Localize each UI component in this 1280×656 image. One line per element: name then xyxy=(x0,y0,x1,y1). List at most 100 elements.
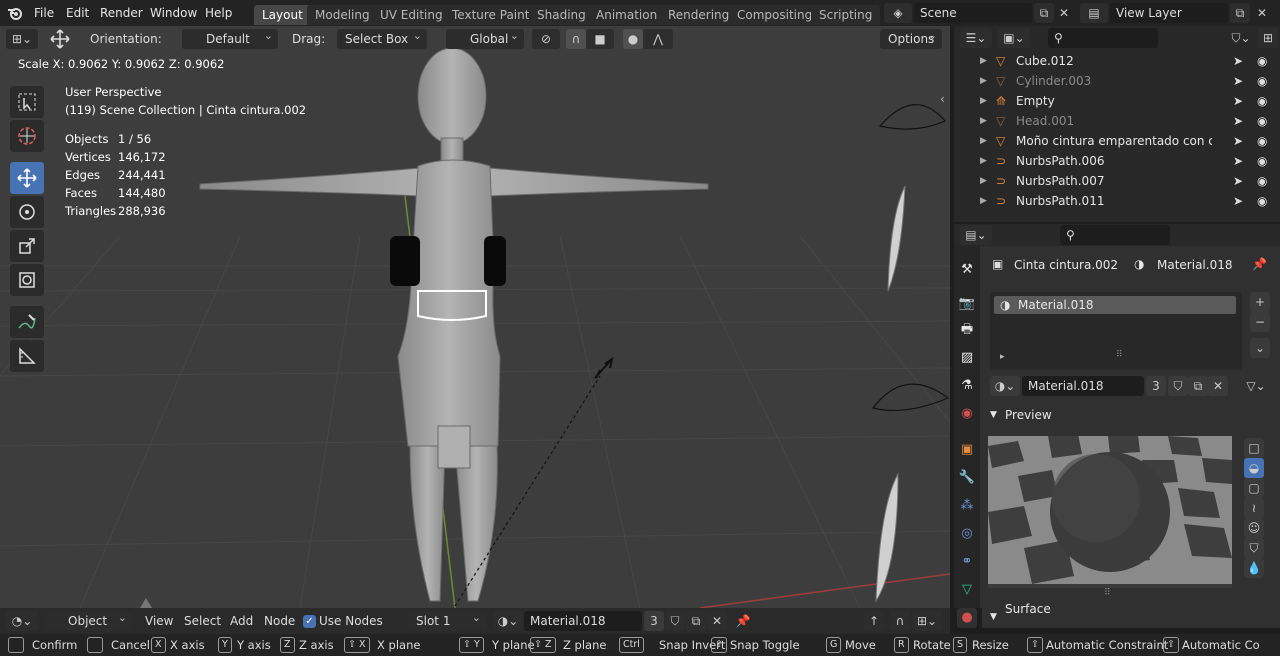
properties-editor-type-icon[interactable]: ▤⌄ xyxy=(960,225,992,245)
constraints-tab-icon[interactable]: ⚭ xyxy=(957,552,977,572)
expand-arrow-icon[interactable]: ▶ xyxy=(980,151,987,171)
tab-rendering[interactable]: Rendering xyxy=(660,5,738,25)
expand-arrow-icon[interactable]: ▶ xyxy=(980,111,987,131)
link-type-icon[interactable]: ▽⌄ xyxy=(1240,376,1272,396)
scene-tab-icon[interactable]: ⚗ xyxy=(957,376,977,396)
transform-space-dropdown[interactable]: Global xyxy=(446,26,524,49)
orientation-dropdown[interactable]: Default xyxy=(182,26,278,49)
scene-name-field[interactable]: Scene xyxy=(914,3,1032,23)
expand-arrow-icon[interactable]: ▶ xyxy=(980,191,987,211)
new-collection-icon[interactable]: ⊞ xyxy=(1258,28,1278,48)
menu-node[interactable]: Node xyxy=(264,611,295,631)
shader-mode-dropdown[interactable]: Object xyxy=(46,608,132,631)
snap-element-icon[interactable]: ■ xyxy=(586,29,614,49)
shader-editor-type-icon[interactable]: ◔⌄ xyxy=(6,611,38,631)
snap-magnet-icon[interactable]: ∩ xyxy=(566,29,586,49)
properties-search-input[interactable]: ⚲ xyxy=(1060,225,1170,245)
preview-panel-header[interactable]: ▼ Preview xyxy=(982,404,1280,426)
blender-logo-icon[interactable] xyxy=(6,4,24,22)
eye-icon[interactable]: ◉ xyxy=(1257,71,1267,91)
object-tab-icon[interactable]: ▣ xyxy=(957,440,977,460)
sidebar-toggle-icon[interactable]: ‹ xyxy=(940,92,945,106)
display-mode-icon[interactable]: ▣⌄ xyxy=(998,28,1030,48)
pivot-icon[interactable]: ⊘ xyxy=(532,29,560,49)
transform-gizmo-icon[interactable] xyxy=(48,29,72,49)
modifier-tab-icon[interactable]: 🔧 xyxy=(957,468,977,488)
unlink-material-icon[interactable]: ✕ xyxy=(1208,376,1228,396)
browse-material-icon[interactable]: ◑⌄ xyxy=(494,611,522,631)
outliner-row[interactable]: ▶ ⟰ Empty ➤ ◉ xyxy=(954,91,1280,111)
render-tab-icon[interactable]: 📷 xyxy=(957,294,977,314)
menu-window[interactable]: Window xyxy=(150,6,197,20)
pin-icon[interactable]: 📌 xyxy=(1252,257,1267,271)
proportional-edit-icon[interactable]: ● xyxy=(623,29,643,49)
3d-viewport[interactable]: ⊞⌄ Orientation: Default Drag: Select Box… xyxy=(0,26,950,608)
material-slot-item[interactable]: ◑ Material.018 xyxy=(994,296,1236,314)
physics-tab-icon[interactable]: ◎ xyxy=(957,524,977,544)
outliner-search-input[interactable]: ⚲ xyxy=(1048,28,1158,48)
eye-icon[interactable]: ◉ xyxy=(1257,191,1267,211)
pin-icon[interactable]: 📌 xyxy=(733,611,753,631)
select-arrow-icon[interactable]: ➤ xyxy=(1233,111,1243,131)
data-tab-icon[interactable]: ▽ xyxy=(957,580,977,600)
tab-compositing[interactable]: Compositing xyxy=(729,5,821,25)
select-arrow-icon[interactable]: ➤ xyxy=(1233,51,1243,71)
view-layer-field[interactable]: View Layer xyxy=(1110,3,1228,23)
material-tab-icon[interactable]: ● xyxy=(957,608,977,628)
preview-monkey-icon[interactable]: ☺ xyxy=(1244,518,1264,538)
output-tab-icon[interactable]: 🖶 xyxy=(957,320,977,340)
falloff-icon[interactable]: ⋀ xyxy=(643,29,673,49)
preview-fluid-icon[interactable]: 💧 xyxy=(1244,558,1264,578)
preview-plane-icon[interactable]: □ xyxy=(1244,438,1264,458)
preview-resize-handle-icon[interactable]: ⠿ xyxy=(1104,588,1111,598)
view-layer-tab-icon[interactable]: ▨ xyxy=(957,348,977,368)
select-arrow-icon[interactable]: ➤ xyxy=(1233,191,1243,211)
material-name-field[interactable]: Material.018 xyxy=(1022,376,1144,396)
tab-uv-editing[interactable]: UV Editing xyxy=(372,5,451,25)
tab-layout[interactable]: Layout xyxy=(254,5,311,25)
expand-arrow-icon[interactable]: ▶ xyxy=(980,91,987,111)
eye-icon[interactable]: ◉ xyxy=(1257,111,1267,131)
preview-hair-icon[interactable]: ≀ xyxy=(1244,498,1264,518)
select-arrow-icon[interactable]: ➤ xyxy=(1233,71,1243,91)
new-view-layer-icon[interactable]: ⧉ xyxy=(1230,3,1250,23)
preview-cloth-icon[interactable]: ⛉ xyxy=(1244,538,1264,558)
scale-tool[interactable] xyxy=(10,230,44,262)
slot-menu-icon[interactable]: ⌄ xyxy=(1250,338,1270,358)
tab-modeling[interactable]: Modeling xyxy=(307,5,378,25)
fake-user-icon[interactable]: ⛉ xyxy=(665,611,685,631)
select-arrow-icon[interactable]: ➤ xyxy=(1233,151,1243,171)
outliner-editor-type-icon[interactable]: ☰⌄ xyxy=(960,28,992,48)
outliner-row[interactable]: ▶ ▽ Moño cintura emparentado con cinta c ➤ ◉ xyxy=(954,131,1280,151)
tab-texture-paint[interactable]: Texture Paint xyxy=(444,5,538,25)
material-user-count[interactable]: 3 xyxy=(644,611,664,631)
surface-panel-header[interactable]: ▼ Surface xyxy=(982,602,1280,628)
unlink-material-icon[interactable]: ✕ xyxy=(707,611,727,631)
cursor-tool[interactable] xyxy=(10,120,44,152)
add-slot-icon[interactable]: + xyxy=(1250,292,1270,312)
menu-view[interactable]: View xyxy=(145,611,173,631)
expand-arrow-icon[interactable]: ▶ xyxy=(980,71,987,91)
fake-user-icon[interactable]: ⛉ xyxy=(1168,376,1188,396)
menu-help[interactable]: Help xyxy=(205,6,232,20)
measure-tool[interactable] xyxy=(10,340,44,372)
preview-cube-icon[interactable]: ▢ xyxy=(1244,478,1264,498)
eye-icon[interactable]: ◉ xyxy=(1257,91,1267,111)
preview-sphere-icon[interactable]: ◒ xyxy=(1244,458,1264,478)
scene-selector-icon[interactable]: ◈ xyxy=(884,3,912,23)
drag-dropdown[interactable]: Select Box xyxy=(337,26,427,49)
outliner-row[interactable]: ▶ ⊃ NurbsPath.006 ➤ ◉ xyxy=(954,151,1280,171)
duplicate-material-icon[interactable]: ⧉ xyxy=(1188,376,1208,396)
move-tool[interactable] xyxy=(10,162,44,194)
rotate-tool[interactable] xyxy=(10,196,44,228)
delete-scene-icon[interactable]: ✕ xyxy=(1054,3,1074,23)
slot-dropdown[interactable]: Slot 1 xyxy=(408,608,486,631)
outliner-row[interactable]: ▶ ▽ Head.001 ➤ ◉ xyxy=(954,111,1280,131)
use-nodes-checkbox[interactable]: ✓ xyxy=(303,615,316,628)
parent-node-icon[interactable]: ↑ xyxy=(864,611,884,631)
tool-tab-icon[interactable]: ⚒ xyxy=(957,260,977,280)
duplicate-material-icon[interactable]: ⧉ xyxy=(686,611,706,631)
shader-material-field[interactable]: Material.018 xyxy=(524,611,642,631)
eye-icon[interactable]: ◉ xyxy=(1257,51,1267,71)
expand-icon[interactable]: ▸ xyxy=(1000,352,1005,362)
